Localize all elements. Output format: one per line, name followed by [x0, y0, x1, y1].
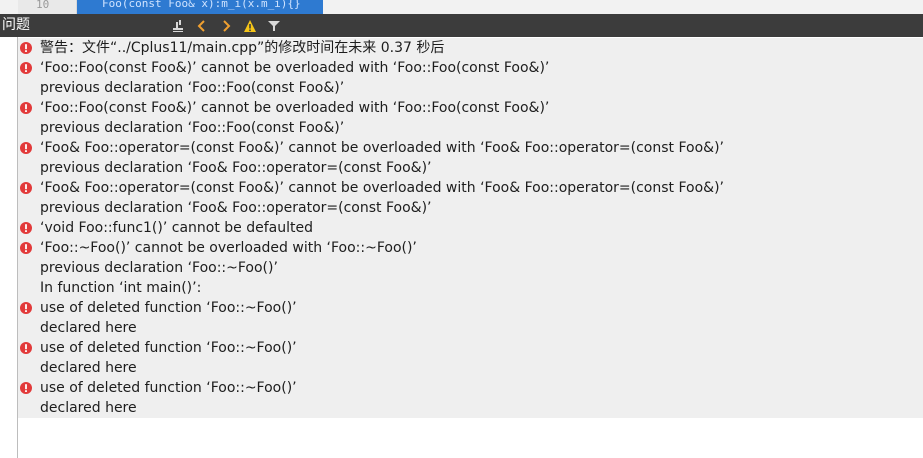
- issue-text: previous declaration ‘Foo& Foo::operator…: [40, 200, 432, 216]
- issue-error-row[interactable]: ‘Foo::Foo(const Foo&)’ cannot be overloa…: [18, 58, 923, 78]
- issue-text: ‘void Foo::func1()’ cannot be defaulted: [40, 220, 313, 236]
- previous-issue-button[interactable]: [190, 14, 214, 37]
- next-issue-button[interactable]: [214, 14, 238, 37]
- issue-error-row[interactable]: use of deleted function ‘Foo::~Foo()’: [18, 338, 923, 358]
- issue-text: declared here: [40, 320, 137, 336]
- issue-error-row[interactable]: use of deleted function ‘Foo::~Foo()’: [18, 378, 923, 398]
- issue-text: use of deleted function ‘Foo::~Foo()’: [40, 340, 297, 356]
- issues-toolbar: [166, 14, 286, 37]
- issue-note-row[interactable]: declared here: [18, 358, 923, 378]
- issue-note-row[interactable]: previous declaration ‘Foo::~Foo()’: [18, 258, 923, 278]
- issue-text: previous declaration ‘Foo::~Foo()’: [40, 260, 278, 276]
- issue-note-row[interactable]: declared here: [18, 398, 923, 418]
- panel-left-edge: [0, 37, 18, 458]
- issues-list: 警告：文件“../Cplus11/main.cpp”的修改时间在未来 0.37 …: [18, 38, 923, 418]
- issue-text: 警告：文件“../Cplus11/main.cpp”的修改时间在未来 0.37 …: [40, 40, 445, 56]
- issue-error-row[interactable]: 警告：文件“../Cplus11/main.cpp”的修改时间在未来 0.37 …: [18, 38, 923, 58]
- issue-text: ‘Foo& Foo::operator=(const Foo&)’ cannot…: [40, 180, 724, 196]
- error-icon: [20, 222, 32, 234]
- error-icon: [20, 42, 32, 54]
- issue-text: previous declaration ‘Foo::Foo(const Foo…: [40, 120, 345, 136]
- warning-filter-button[interactable]: [238, 14, 262, 37]
- issue-error-row[interactable]: ‘Foo& Foo::operator=(const Foo&)’ cannot…: [18, 138, 923, 158]
- issue-error-row[interactable]: ‘Foo& Foo::operator=(const Foo&)’ cannot…: [18, 178, 923, 198]
- panel-title: 问题: [2, 17, 30, 33]
- issue-note-row[interactable]: previous declaration ‘Foo::Foo(const Foo…: [18, 78, 923, 98]
- previous-arrow-icon: [197, 19, 205, 32]
- issue-text: ‘Foo::Foo(const Foo&)’ cannot be overloa…: [40, 60, 550, 76]
- clean-issues-button[interactable]: [166, 14, 190, 37]
- warning-filter-icon: [244, 19, 256, 32]
- issue-text: use of deleted function ‘Foo::~Foo()’: [40, 300, 297, 316]
- issue-text: declared here: [40, 400, 137, 416]
- issue-note-row[interactable]: previous declaration ‘Foo::Foo(const Foo…: [18, 118, 923, 138]
- code-line[interactable]: Foo(const Foo& x):m_i(x.m_i){}: [102, 0, 301, 10]
- next-arrow-icon: [223, 19, 231, 32]
- issue-text: ‘Foo::Foo(const Foo&)’ cannot be overloa…: [40, 100, 550, 116]
- issue-error-row[interactable]: ‘Foo::~Foo()’ cannot be overloaded with …: [18, 238, 923, 258]
- issue-note-row[interactable]: declared here: [18, 318, 923, 338]
- error-icon: [20, 182, 32, 194]
- issue-text: ‘Foo& Foo::operator=(const Foo&)’ cannot…: [40, 140, 724, 156]
- issue-text: In function ‘int main()’:: [40, 280, 202, 296]
- error-icon: [20, 302, 32, 314]
- error-icon: [20, 142, 32, 154]
- error-icon: [20, 342, 32, 354]
- issue-text: previous declaration ‘Foo::Foo(const Foo…: [40, 80, 345, 96]
- issue-error-row[interactable]: use of deleted function ‘Foo::~Foo()’: [18, 298, 923, 318]
- issue-text: declared here: [40, 360, 137, 376]
- clean-issues-icon: [173, 19, 183, 32]
- line-number: 10: [36, 0, 50, 11]
- error-icon: [20, 62, 32, 74]
- editor-strip: 10 Foo(const Foo& x):m_i(x.m_i){}: [0, 0, 923, 14]
- filter-icon: [268, 20, 280, 31]
- issue-text: previous declaration ‘Foo& Foo::operator…: [40, 160, 432, 176]
- issue-note-row[interactable]: In function ‘int main()’:: [18, 278, 923, 298]
- issue-note-row[interactable]: previous declaration ‘Foo& Foo::operator…: [18, 158, 923, 178]
- issue-text: ‘Foo::~Foo()’ cannot be overloaded with …: [40, 240, 417, 256]
- error-icon: [20, 242, 32, 254]
- error-icon: [20, 382, 32, 394]
- issue-error-row[interactable]: ‘void Foo::func1()’ cannot be defaulted: [18, 218, 923, 238]
- issue-text: use of deleted function ‘Foo::~Foo()’: [40, 380, 297, 396]
- issues-empty-area: [18, 418, 923, 458]
- issue-note-row[interactable]: previous declaration ‘Foo& Foo::operator…: [18, 198, 923, 218]
- error-icon: [20, 102, 32, 114]
- issues-panel-header: 问题: [0, 14, 923, 37]
- filter-button[interactable]: [262, 14, 286, 37]
- issue-error-row[interactable]: ‘Foo::Foo(const Foo&)’ cannot be overloa…: [18, 98, 923, 118]
